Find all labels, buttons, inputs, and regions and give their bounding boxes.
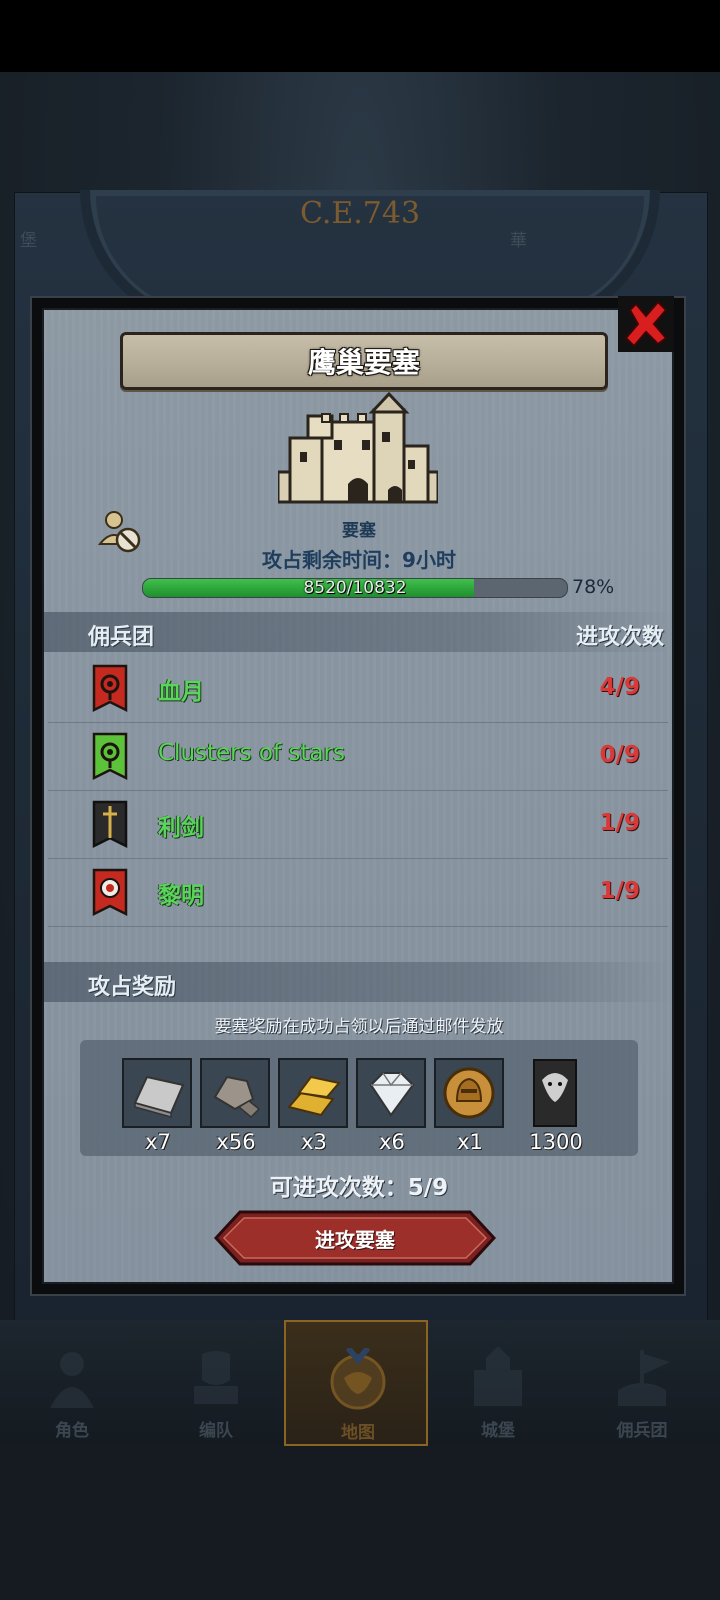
- fortress-hp-bar: 8520/10832: [142, 578, 568, 598]
- reward-item[interactable]: x7: [122, 1058, 194, 1166]
- map-right-label: 華: [510, 231, 527, 251]
- mercenary-row[interactable]: Clusters of stars 0/9: [48, 722, 668, 791]
- reward-quantity: x56: [216, 1130, 256, 1154]
- nav-item-castle[interactable]: 城堡: [426, 1320, 570, 1446]
- dialog-body: 鹰巢要塞 要塞 攻占剩余时间：9小时 8520/10832 78% 佣兵团 进攻…: [42, 308, 674, 1284]
- reward-note: 要塞奖励在成功占领以后通过邮件发放: [214, 1017, 504, 1037]
- red-dawn-banner-icon: [92, 868, 128, 917]
- green-eye-banner-icon: [92, 732, 128, 781]
- silver-ingot-icon: [122, 1058, 192, 1128]
- capture-time-remaining: 攻占剩余时间：9小时: [262, 548, 456, 572]
- fortress-castle-icon: [278, 392, 438, 504]
- hp-value: 8520/10832: [303, 578, 407, 598]
- nav-item-mercenary[interactable]: 佣兵团: [570, 1320, 714, 1446]
- mercenary-name: 黎明: [158, 883, 204, 909]
- attack-fortress-button[interactable]: 进攻要塞: [214, 1210, 496, 1266]
- close-icon: [624, 300, 668, 348]
- title-banner: 鹰巢要塞: [120, 332, 608, 390]
- map-icon: [330, 1348, 386, 1410]
- reward-quantity: x6: [379, 1130, 405, 1154]
- reward-item[interactable]: x56: [200, 1058, 272, 1166]
- nav-item-formation[interactable]: 编队: [144, 1320, 288, 1446]
- mercenary-name: 利剑: [158, 815, 204, 841]
- nav-label: 角色: [55, 1421, 89, 1441]
- mercenary-row[interactable]: 黎明 1/9: [48, 858, 668, 927]
- mercenary-header: 佣兵团 进攻次数: [44, 612, 672, 652]
- reward-item[interactable]: 1300: [520, 1058, 592, 1166]
- reward-quantity: x1: [457, 1130, 483, 1154]
- reward-quantity: x7: [145, 1130, 171, 1154]
- reward-item[interactable]: x6: [356, 1058, 428, 1166]
- hp-percent: 78%: [572, 576, 615, 598]
- mercenary-attack-count: 1/9: [599, 878, 640, 904]
- mercenary-row[interactable]: 利剑 1/9: [48, 790, 668, 859]
- stone-ore-icon: [200, 1058, 270, 1128]
- close-button[interactable]: [618, 296, 674, 352]
- reward-header: 攻占奖励: [44, 962, 672, 1002]
- character-icon: [50, 1352, 94, 1408]
- fortress-dialog: 鹰巢要塞 要塞 攻占剩余时间：9小时 8520/10832 78% 佣兵团 进攻…: [30, 296, 686, 1296]
- reward-quantity: x3: [301, 1130, 327, 1154]
- mercenary-attack-count: 4/9: [599, 674, 640, 700]
- available-attack-count: 可进攻次数：5/9: [269, 1175, 449, 1201]
- nav-item-character[interactable]: 角色: [0, 1320, 144, 1446]
- mercenary-icon: [618, 1350, 670, 1406]
- reward-item[interactable]: x3: [278, 1058, 350, 1166]
- nav-label: 编队: [199, 1421, 233, 1441]
- reward-item[interactable]: x1: [434, 1058, 506, 1166]
- mercenary-header-label: 佣兵团: [88, 625, 155, 650]
- nav-label: 城堡: [481, 1421, 515, 1441]
- attack-fortress-label: 进攻要塞: [315, 1228, 395, 1252]
- nav-label: 地图: [341, 1423, 375, 1443]
- fortress-type: 要塞: [342, 521, 376, 541]
- sword-banner-icon: [92, 800, 128, 849]
- gold-bars-icon: [278, 1058, 348, 1128]
- red-eye-banner-icon: [92, 664, 128, 713]
- era-label: C.E.743: [299, 196, 421, 231]
- nav-label: 佣兵团: [616, 1421, 668, 1441]
- reward-panel: x7 x56 x3 x6 x1 1300: [80, 1040, 638, 1156]
- castle-icon: [474, 1346, 522, 1406]
- diamond-icon: [356, 1058, 426, 1128]
- mercenary-row[interactable]: 血月 4/9: [48, 654, 668, 723]
- bottom-safe-area: [0, 1446, 720, 1600]
- knight-coin-icon: [434, 1058, 504, 1128]
- formation-icon: [194, 1351, 238, 1404]
- status-bar: [0, 0, 720, 72]
- attack-count-header-label: 进攻次数: [575, 625, 664, 650]
- map-left-label: 堡: [20, 231, 37, 251]
- mercenary-name: 血月: [158, 679, 204, 705]
- mercenary-attack-count: 0/9: [599, 742, 640, 768]
- bottom-nav: 角色 编队 地图 城堡 佣兵团: [0, 1320, 720, 1446]
- reward-header-label: 攻占奖励: [88, 975, 177, 1000]
- mercenary-attack-count: 1/9: [599, 810, 640, 836]
- beast-banner-icon: [520, 1058, 590, 1128]
- nav-item-map[interactable]: 地图: [284, 1320, 428, 1446]
- dialog-title: 鹰巢要塞: [307, 346, 420, 379]
- reward-quantity: 1300: [529, 1130, 583, 1154]
- mercenary-name: Clusters of stars: [158, 740, 345, 766]
